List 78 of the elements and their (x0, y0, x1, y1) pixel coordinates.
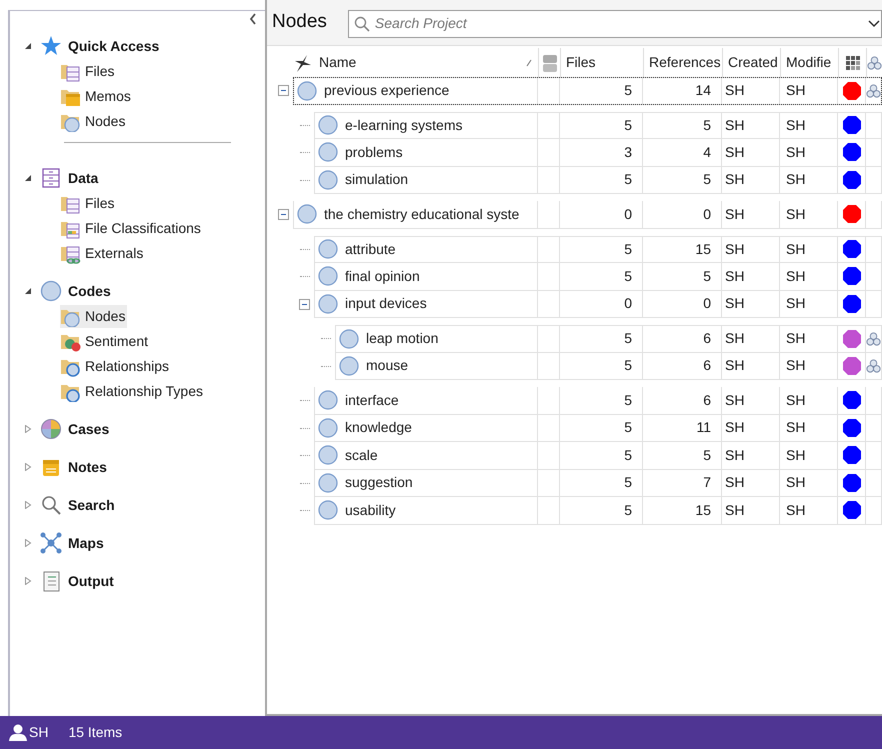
node-row[interactable]: problems 3 4 SH SH (314, 139, 882, 166)
node-row[interactable]: input devices 0 0 SH SH (314, 290, 882, 318)
node-circle-icon (317, 472, 339, 494)
nav-item[interactable]: Memos (60, 85, 133, 108)
node-row[interactable]: final opinion 5 5 SH SH (314, 263, 882, 290)
node-circle-icon (317, 265, 339, 288)
node-circle-icon (338, 354, 360, 377)
collapse-toggle[interactable] (299, 298, 310, 310)
node-circle-icon (296, 203, 318, 226)
search-input[interactable]: Search Project (374, 13, 867, 34)
column-header[interactable]: Files (561, 52, 601, 73)
item-count: 15 Items (68, 723, 122, 742)
section-header[interactable]: Cases (68, 418, 110, 440)
grid-icon (844, 54, 860, 70)
node-circle-icon (317, 292, 339, 315)
node-row[interactable]: mouse 5 6 SH SH (335, 352, 882, 380)
node-row[interactable]: attribute 5 15 SH SH (314, 236, 882, 263)
relationship-icon (866, 358, 881, 374)
relationship-icon (866, 82, 881, 99)
folder-icon (60, 244, 82, 264)
star-icon (40, 35, 62, 57)
cabinet-icon (40, 167, 62, 189)
node-row[interactable]: knowledge 5 11 SH SH (314, 414, 882, 442)
nav-item[interactable]: Relationships (60, 355, 172, 378)
column-header[interactable]: Name (319, 52, 526, 73)
node-circle-icon (317, 141, 339, 164)
node-row[interactable]: suggestion 5 7 SH SH (314, 470, 882, 497)
dropdown-chevron-icon (867, 18, 881, 28)
node-row[interactable]: e-learning systems 5 5 SH SH (314, 112, 882, 139)
node-circle-icon (317, 416, 339, 439)
node-circle-icon (317, 389, 339, 412)
section-header[interactable]: Notes (68, 456, 107, 478)
column-header[interactable]: Modifie (781, 52, 836, 73)
sort-indicator-icon (526, 58, 532, 66)
nav-item[interactable]: Sentiment (60, 330, 150, 353)
node-circle-icon (317, 114, 339, 136)
nav-item[interactable]: Files (60, 192, 117, 215)
node-circle-icon (338, 328, 360, 350)
column-header[interactable]: Created (723, 52, 783, 73)
section-header[interactable]: Quick Access (68, 36, 160, 56)
section-header[interactable]: Search (68, 494, 115, 516)
search-field[interactable]: Search Project (348, 10, 882, 38)
section-header[interactable]: Codes (68, 280, 111, 302)
node-row[interactable]: previous experience 5 14 SH SH (293, 77, 882, 104)
section-header[interactable]: Data (68, 168, 98, 188)
node-row[interactable]: leap motion 5 6 SH SH (335, 325, 882, 352)
node-row[interactable]: scale 5 5 SH SH (314, 442, 882, 470)
section-header[interactable]: Maps (68, 532, 104, 554)
nav-item[interactable]: Nodes (60, 305, 128, 328)
relationship-icon (866, 330, 881, 347)
network-icon (40, 532, 62, 554)
status-user: SH (29, 723, 48, 742)
node-circle-icon (317, 499, 339, 522)
user-icon (9, 724, 27, 741)
node-circle-icon (317, 238, 339, 260)
nav-item[interactable]: File Classifications (60, 217, 203, 240)
node-row[interactable]: simulation 5 5 SH SH (314, 166, 882, 194)
nav-item[interactable]: Externals (60, 242, 146, 265)
column-header[interactable]: References (644, 52, 726, 73)
collapse-toggle[interactable] (278, 85, 289, 96)
node-row[interactable]: the chemistry educational syste 0 0 SH SH (293, 201, 882, 228)
node-circle-icon (317, 168, 339, 191)
search-icon (354, 16, 370, 32)
section-header[interactable]: Output (68, 570, 114, 592)
relationship-icon (867, 54, 882, 70)
node-circle-icon (296, 80, 318, 102)
node-row[interactable]: usability 5 15 SH SH (314, 497, 882, 524)
node-row[interactable]: interface 5 6 SH SH (314, 387, 882, 414)
node-circle-icon (317, 444, 339, 466)
nav-item[interactable]: Files (60, 60, 117, 83)
circle-icon (40, 280, 62, 302)
search-icon (40, 494, 62, 516)
collapse-toggle[interactable] (278, 209, 289, 220)
collapse-button[interactable] (249, 13, 257, 25)
pie-icon (40, 418, 62, 440)
panel-title: Nodes (272, 10, 327, 34)
nav-item[interactable]: Relationship Types (60, 380, 206, 403)
nav-item[interactable]: Nodes (60, 110, 128, 133)
